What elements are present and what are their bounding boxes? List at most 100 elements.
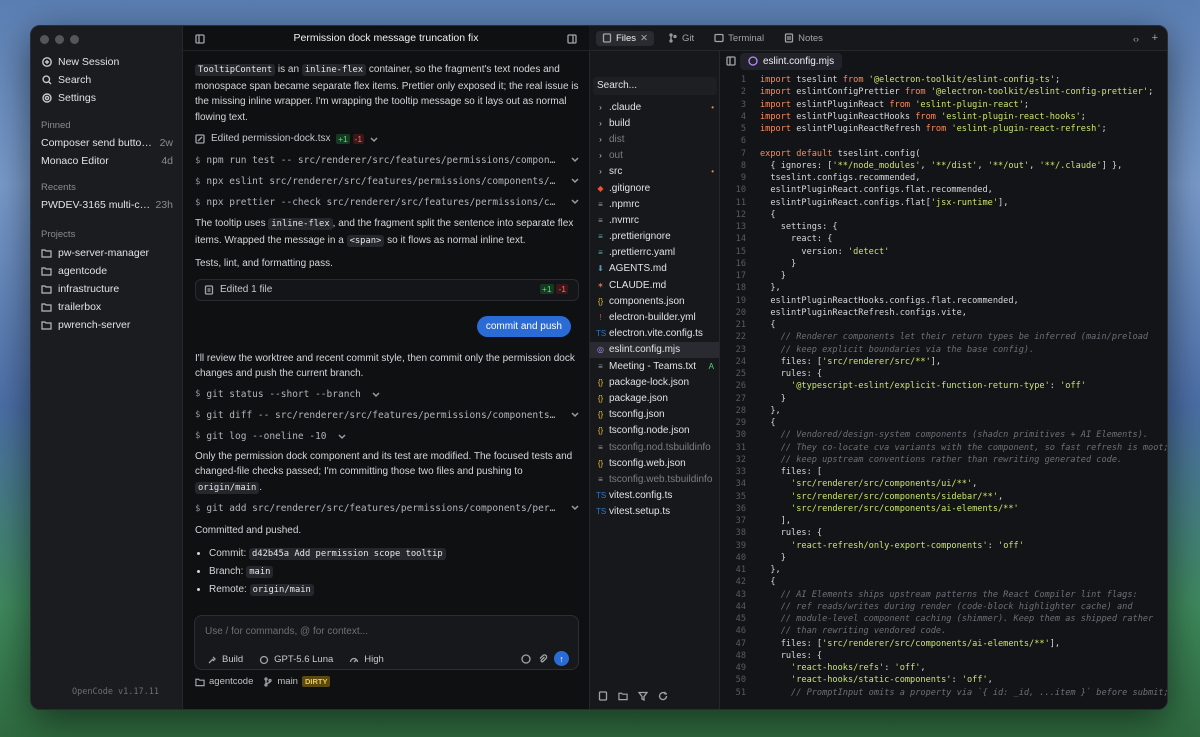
code-view-icon[interactable]: ‹› [1133,34,1139,44]
folder-item[interactable]: › .claude • [590,99,720,115]
line-content: } [760,270,786,282]
new-file-icon[interactable] [598,691,608,701]
code-token: } [760,393,786,404]
code-token: 'react-hooks/refs' [760,663,885,673]
file-item[interactable]: ! electron-builder.yml [590,309,720,325]
line-number: 21 [735,320,746,330]
refresh-icon[interactable] [658,691,668,701]
line-number: 31 [735,442,746,453]
prompt-input[interactable]: Use / for commands, @ for context... Bui… [194,615,579,670]
file-item[interactable]: {} tsconfig.node.json [590,423,720,439]
recent-session[interactable]: PWDEV-3165 multi-com... 23h [41,199,173,211]
code-token: } [760,258,797,269]
file-item[interactable]: {} package.json [590,390,720,406]
folder-item[interactable]: › build [590,115,720,131]
line-number: 14 [735,234,746,245]
file-item[interactable]: ≡ .nvmrc [590,212,720,228]
command-text: npx prettier --check src/renderer/src/fe… [206,197,556,208]
tab-git[interactable]: Git [662,31,700,46]
code-token: tseslint.config( [837,148,921,159]
split-icon[interactable] [726,56,736,66]
file-item[interactable]: ≡ Meeting - Teams.txt A [590,358,720,374]
code-token: version: [760,246,848,257]
send-button[interactable]: ↑ [554,651,569,666]
line-content: } [760,552,786,564]
file-search-input[interactable]: Search... [593,77,717,95]
code-editor[interactable]: eslint.config.mjs 1 import tseslint from … [719,51,1167,709]
project-item[interactable]: infrastructure [41,283,119,295]
close-window-button[interactable] [40,35,49,44]
line-content: // AI Elements ships upstream patterns t… [760,589,1138,601]
mode-selector[interactable]: Build [207,654,243,665]
code-line: 15 version: 'detect' [720,246,1167,258]
command-row[interactable]: $ git diff -- src/renderer/src/features/p… [195,406,579,425]
command-row[interactable]: $ npm run test -- src/renderer/src/featur… [195,151,579,170]
file-item[interactable]: TS vitest.config.ts [590,488,720,504]
file-item[interactable]: {} tsconfig.web.json [590,455,720,471]
chevron-down-icon [571,157,579,163]
code-line: 30 // Vendored/design-system components … [720,429,1167,441]
filter-icon[interactable] [638,691,648,701]
file-item[interactable]: ≡ .prettierignore [590,229,720,245]
file-name: AGENTS.md [609,263,667,275]
command-row[interactable]: $ git add src/renderer/src/features/permi… [195,499,579,518]
assistant-message: The tooltip uses inline-flex, and the fr… [195,216,579,249]
zoom-window-button[interactable] [70,35,79,44]
code-token: , [972,479,978,490]
add-tab-icon[interactable]: + [1152,32,1158,44]
file-item[interactable]: ⬇ AGENTS.md [590,261,720,277]
code-line: 49 'react-hooks/refs': 'off', [720,662,1167,674]
edited-files-card[interactable]: Edited 1 file +1 -1 [195,278,579,301]
tab-label: Notes [798,32,823,44]
line-number: 39 [735,540,746,551]
footer-project[interactable]: agentcode [195,676,253,687]
tab-notes[interactable]: Notes [778,31,829,46]
settings-nav-button[interactable]: Settings [37,89,177,107]
project-item[interactable]: agentcode [41,265,107,277]
project-item[interactable]: pw-server-manager [41,247,149,259]
folder-item[interactable]: › src • [590,164,720,180]
new-folder-icon[interactable] [618,691,628,701]
folder-item[interactable]: › out [590,148,720,164]
code-token: , [977,160,988,171]
file-item[interactable]: TS vitest.setup.ts [590,504,720,520]
command-row[interactable]: $ npx eslint src/renderer/src/features/pe… [195,172,579,191]
file-item[interactable]: ≡ .prettierrc.yaml [590,245,720,261]
file-item[interactable]: ≡ tsconfig.nod.tsbuildinfo [590,439,720,455]
code-token: 'jsx-runtime' [930,197,999,208]
attach-icon[interactable] [538,654,548,664]
project-item[interactable]: trailerbox [41,301,101,313]
new-session-button[interactable]: New Session [37,53,177,71]
panel-toggle-icon[interactable] [567,34,577,44]
effort-selector[interactable]: High [349,654,384,665]
command-row[interactable]: $ git log --oneline -10 [195,427,579,446]
file-item[interactable]: ◆ .gitignore [590,180,720,196]
file-item[interactable]: ✶ CLAUDE.md [590,277,720,293]
folder-item[interactable]: › dist [590,131,720,147]
pinned-session[interactable]: Monaco Editor 4d [41,155,173,167]
close-tab-icon[interactable]: ✕ [640,33,648,44]
edited-file-row[interactable]: Edited permission-dock.tsx +1 -1 [195,129,579,148]
file-item[interactable]: ≡ tsconfig.web.tsbuildinfo [590,471,720,487]
code-token: 'eslint-plugin-react' [915,99,1024,110]
file-item[interactable]: {} components.json [590,293,720,309]
tab-files[interactable]: Files ✕ [596,30,655,46]
command-row[interactable]: $ npx prettier --check src/renderer/src/f… [195,193,579,212]
project-item[interactable]: pwrench-server [41,319,130,331]
tab-terminal[interactable]: Terminal [708,31,770,46]
editor-tab[interactable]: eslint.config.mjs [740,52,843,70]
line-content: }, [760,405,780,417]
footer-branch[interactable]: main DIRTY [263,676,331,687]
file-item[interactable]: {} package-lock.json [590,374,720,390]
file-item[interactable]: ≡ .npmrc [590,196,720,212]
file-item[interactable]: {} tsconfig.json [590,407,720,423]
minimize-window-button[interactable] [55,35,64,44]
command-row[interactable]: $ git status --short --branch [195,385,579,404]
model-selector[interactable]: GPT-5.6 Luna [259,654,333,665]
pinned-session[interactable]: Composer send button s... 2w [41,137,173,149]
code-token: 'off' [1060,381,1086,392]
search-nav-button[interactable]: Search [37,71,177,89]
file-item[interactable]: TS electron.vite.config.ts [590,326,720,342]
file-item[interactable]: ◎ eslint.config.mjs [590,341,720,358]
sidebar-toggle-icon[interactable] [195,34,205,44]
